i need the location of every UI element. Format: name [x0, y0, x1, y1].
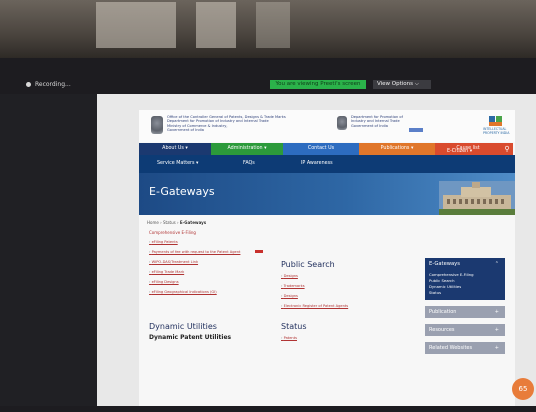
- ip-logo-text: INTELLECTUAL PROPERTY INDIA: [483, 127, 510, 135]
- nav-ip-awareness[interactable]: IP Awareness: [301, 161, 333, 166]
- national-emblem-icon: [151, 116, 163, 134]
- breadcrumb-home[interactable]: Home: [147, 220, 159, 225]
- link-ps-trademarks[interactable]: Trademarks: [281, 284, 305, 288]
- link-ps-designs[interactable]: Designs: [281, 274, 298, 278]
- zoom-toolbar: [0, 78, 536, 92]
- sidebar-egateways: E-Gateways ⌃ Comprehensive E-Filing Publ…: [425, 258, 505, 300]
- sidebar-resources-label: Resources: [429, 327, 455, 333]
- page-title: E-Gateways: [149, 185, 215, 198]
- website-page: Office of the Controller General of Pate…: [139, 110, 515, 406]
- photo-scene: Recording... You are viewing Preeti's sc…: [0, 0, 536, 412]
- link-wipo-das[interactable]: WIPO-DAS/Treatment Link: [149, 260, 198, 264]
- ip-logo-line: PROPERTY INDIA: [483, 130, 510, 135]
- breadcrumb: Home › Status › E-Gateways: [147, 220, 206, 225]
- link-efiling-trade-mark[interactable]: eFiling Trade Mark: [149, 270, 185, 274]
- status-heading: Status: [281, 322, 307, 331]
- nav-contact-us[interactable]: Contact Us: [283, 143, 359, 155]
- nav-faqs[interactable]: FAQs: [243, 161, 255, 166]
- header-left-text: Office of the Controller General of Pate…: [167, 115, 286, 133]
- breadcrumb-current: E-Gateways: [179, 220, 207, 225]
- monitor: Recording... You are viewing Preeti's sc…: [0, 58, 536, 412]
- room-background: [0, 0, 536, 58]
- breadcrumb-status[interactable]: Status: [163, 220, 176, 225]
- nav-e-citizen[interactable]: E-Citizen ▾: [447, 149, 472, 154]
- sidebar-related-label: Related Websites: [429, 345, 473, 351]
- page-banner: E-Gateways: [139, 173, 515, 215]
- record-dot-icon: [26, 82, 31, 87]
- view-options-button[interactable]: View Options ⌵: [373, 80, 431, 89]
- public-search-heading: Public Search: [281, 260, 335, 269]
- sidebar-item-status[interactable]: Status: [429, 290, 501, 296]
- sidebar-list: Comprehensive E-Filing Public Search Dyn…: [425, 270, 505, 300]
- logo-block-icon: [489, 122, 502, 126]
- shared-screen-margin: [0, 94, 97, 406]
- link-payments-fee[interactable]: Payments of fee with request to the Pate…: [149, 250, 241, 254]
- sidebar-head-label: E-Gateways: [429, 261, 460, 267]
- building-image: [439, 181, 515, 215]
- sidebar-head[interactable]: E-Gateways ⌃: [425, 258, 505, 270]
- notification-badge[interactable]: 65: [512, 378, 534, 400]
- new-badge-icon: [255, 250, 263, 253]
- link-efiling-gi[interactable]: eFiling Geographical Indications (GI): [149, 290, 217, 294]
- header-line: Government of India: [351, 123, 388, 128]
- search-icon[interactable]: ⚲: [501, 143, 513, 155]
- plus-icon: +: [494, 309, 499, 315]
- link-efiling-designs[interactable]: eFiling Designs: [149, 280, 179, 284]
- sidebar-publication[interactable]: Publication +: [425, 306, 505, 318]
- header-badge: [409, 128, 423, 132]
- link-ps-designs-2[interactable]: Designs: [281, 294, 298, 298]
- header-right-text: Department for Promotion of Industry and…: [351, 115, 403, 128]
- breadcrumb-sep: ›: [177, 220, 179, 225]
- dpiit-emblem-icon: [337, 116, 347, 130]
- dynamic-patent-utilities: Dynamic Patent Utilities: [149, 334, 232, 341]
- plus-icon: +: [494, 327, 499, 333]
- comprehensive-efiling-heading: Comprehensive E-Filing: [149, 230, 196, 235]
- plus-icon: +: [494, 345, 499, 351]
- viewing-banner: You are viewing Preeti's screen: [270, 80, 366, 89]
- dynamic-utilities-heading: Dynamic Utilities: [149, 322, 217, 331]
- sidebar-publication-label: Publication: [429, 309, 457, 315]
- breadcrumb-sep: ›: [160, 220, 162, 225]
- nav-administration[interactable]: Administration ▾: [211, 143, 283, 155]
- site-header: Office of the Controller General of Pate…: [139, 110, 515, 142]
- recording-indicator[interactable]: Recording...: [26, 81, 71, 88]
- window-light-right: [256, 2, 290, 48]
- sidebar-related-websites[interactable]: Related Websites +: [425, 342, 505, 354]
- nav-publications[interactable]: Publications ▾: [359, 143, 435, 155]
- header-line: Government of India: [167, 128, 204, 133]
- shared-screen: Office of the Controller General of Pate…: [97, 94, 536, 406]
- link-status-patents[interactable]: Patents: [281, 336, 297, 340]
- chevron-up-icon: ⌃: [494, 261, 499, 267]
- window-light-middle: [196, 2, 236, 48]
- link-efiling-patents[interactable]: eFiling Patents: [149, 240, 178, 244]
- secondary-nav: Service Matters ▾ FAQs IP Awareness E-Ci…: [139, 149, 515, 173]
- recording-label: Recording...: [35, 81, 71, 88]
- link-ps-patent-agents[interactable]: Electronic Register of Patent Agents: [281, 304, 349, 308]
- window-light-left: [96, 2, 176, 48]
- nav-about-us[interactable]: About Us ▾: [139, 143, 211, 155]
- ip-india-logo[interactable]: INTELLECTUAL PROPERTY INDIA: [483, 115, 511, 137]
- nav-service-matters[interactable]: Service Matters ▾: [157, 161, 198, 166]
- sidebar-resources[interactable]: Resources +: [425, 324, 505, 336]
